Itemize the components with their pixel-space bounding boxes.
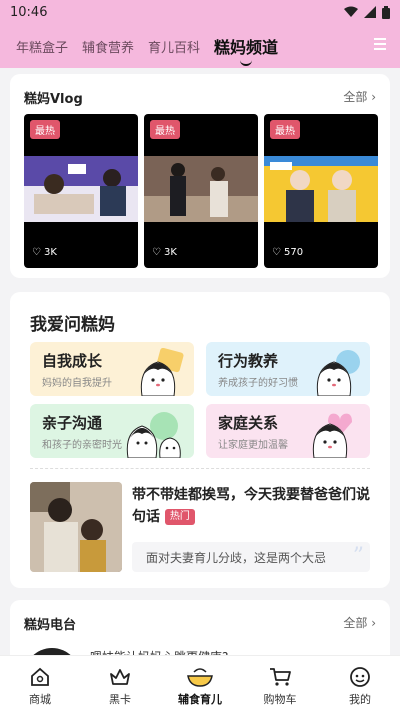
status-time: 10:46 — [10, 4, 48, 20]
ask-gaoma-section: 我爱问糕妈 自我成长 妈妈的自我提升 行为教养 养成孩子的好习惯 亲子沟通 和孩… — [10, 292, 390, 588]
post-title[interactable]: 带不带娃都挨骂，今天我要替爸爸们说句话 热门 — [132, 484, 372, 528]
tab-label: 我的 — [349, 693, 371, 706]
status-icons — [344, 5, 390, 19]
post-quote[interactable]: 面对夫妻育儿分歧，这是两个大忌 ” — [132, 542, 370, 572]
video-likes-count: 3K — [163, 247, 177, 258]
category-subtitle: 和孩子的亲密时光 — [42, 440, 122, 451]
hot-badge: 最热 — [150, 120, 180, 139]
video-thumbnail — [264, 156, 378, 222]
bottom-tab-bar: 商城 黑卡 辅食育儿 购物车 我的 — [0, 655, 400, 711]
category-title: 行为教养 — [218, 352, 279, 370]
cart-icon — [270, 668, 291, 686]
tab-label: 商城 — [29, 693, 51, 706]
menu-icon[interactable] — [374, 38, 386, 50]
video-card-3[interactable]: 最热 ♡ 570 — [264, 114, 378, 268]
wifi-icon — [344, 6, 358, 17]
category-subtitle: 妈妈的自我提升 — [42, 378, 112, 389]
category-title: 亲子沟通 — [42, 414, 103, 432]
video-card-1[interactable]: 最热 ♡ 3K — [24, 114, 138, 268]
crown-icon — [110, 669, 130, 685]
video-likes-count: 570 — [283, 247, 304, 258]
status-bar: 10:46 — [0, 0, 400, 24]
divider — [30, 468, 370, 469]
mascot-icon — [126, 412, 181, 458]
battery-icon — [382, 5, 390, 19]
chevron-right-icon: › — [371, 90, 376, 104]
hot-badge: 最热 — [30, 120, 60, 139]
vlog-section: 糕妈Vlog 全部 › 最热 ♡ 3K 最热 ♡ 3K 最热 ♡ 570 — [10, 74, 390, 278]
ask-title: 我爱问糕妈 — [30, 315, 115, 335]
category-parent-child-communication[interactable]: 亲子沟通 和孩子的亲密时光 — [30, 404, 194, 458]
video-likes: ♡ 570 — [272, 247, 303, 258]
mascot-icon — [140, 348, 184, 396]
home-icon — [31, 667, 49, 686]
video-likes-count: 3K — [43, 247, 57, 258]
radio-more-link[interactable]: 全部 › — [343, 614, 376, 631]
tab-nian-gao-box[interactable]: 年糕盒子 — [16, 37, 68, 56]
tab-label: 黑卡 — [109, 693, 131, 706]
top-nav: 年糕盒子 辅食营养 育儿百科 糕妈频道 — [0, 24, 400, 68]
vlog-title: 糕妈Vlog — [24, 92, 83, 107]
post-thumbnail[interactable] — [30, 482, 122, 572]
category-subtitle: 养成孩子的好习惯 — [218, 378, 298, 389]
tab-black-card[interactable]: 黑卡 — [80, 656, 160, 711]
heart-icon: ♡ — [272, 247, 281, 258]
quote-icon: ” — [352, 544, 364, 569]
post-quote-text: 面对夫妻育儿分歧，这是两个大忌 — [146, 551, 327, 565]
heart-icon: ♡ — [32, 247, 41, 258]
tab-parenting-wiki[interactable]: 育儿百科 — [148, 37, 200, 56]
signal-icon — [364, 6, 376, 18]
hot-tag: 热门 — [164, 509, 195, 525]
category-title: 家庭关系 — [218, 414, 279, 432]
profile-icon — [350, 667, 370, 687]
vlog-more-link[interactable]: 全部 › — [343, 88, 376, 105]
tab-food-parenting[interactable]: 辅食育儿 — [160, 656, 240, 711]
category-family-relationship[interactable]: 家庭关系 让家庭更加温馨 — [206, 404, 370, 458]
chevron-right-icon: › — [371, 616, 376, 630]
mascot-icon — [316, 350, 360, 396]
hot-badge: 最热 — [270, 120, 300, 139]
category-subtitle: 让家庭更加温馨 — [218, 440, 288, 451]
mascot-icon — [312, 413, 352, 458]
tab-cart[interactable]: 购物车 — [240, 656, 320, 711]
tab-mine[interactable]: 我的 — [320, 656, 400, 711]
category-behavior-education[interactable]: 行为教养 养成孩子的好习惯 — [206, 342, 370, 396]
vlog-more-label: 全部 — [343, 90, 368, 104]
tab-label: 辅食育儿 — [178, 693, 222, 706]
tab-mall[interactable]: 商城 — [0, 656, 80, 711]
tab-complementary-food[interactable]: 辅食营养 — [82, 37, 134, 56]
video-card-2[interactable]: 最热 ♡ 3K — [144, 114, 258, 268]
video-likes: ♡ 3K — [32, 247, 57, 258]
radio-title: 糕妈电台 — [24, 618, 77, 633]
video-likes: ♡ 3K — [152, 247, 177, 258]
video-thumbnail — [144, 156, 258, 222]
radio-more-label: 全部 — [343, 616, 368, 630]
category-self-growth[interactable]: 自我成长 妈妈的自我提升 — [30, 342, 194, 396]
post-image — [30, 482, 122, 572]
category-title: 自我成长 — [42, 352, 103, 370]
heart-icon: ♡ — [152, 247, 161, 258]
tab-label: 购物车 — [263, 693, 297, 706]
tab-gaoma-channel[interactable]: 糕妈频道 — [214, 34, 278, 66]
video-thumbnail — [24, 156, 138, 222]
bowl-icon — [187, 668, 213, 687]
